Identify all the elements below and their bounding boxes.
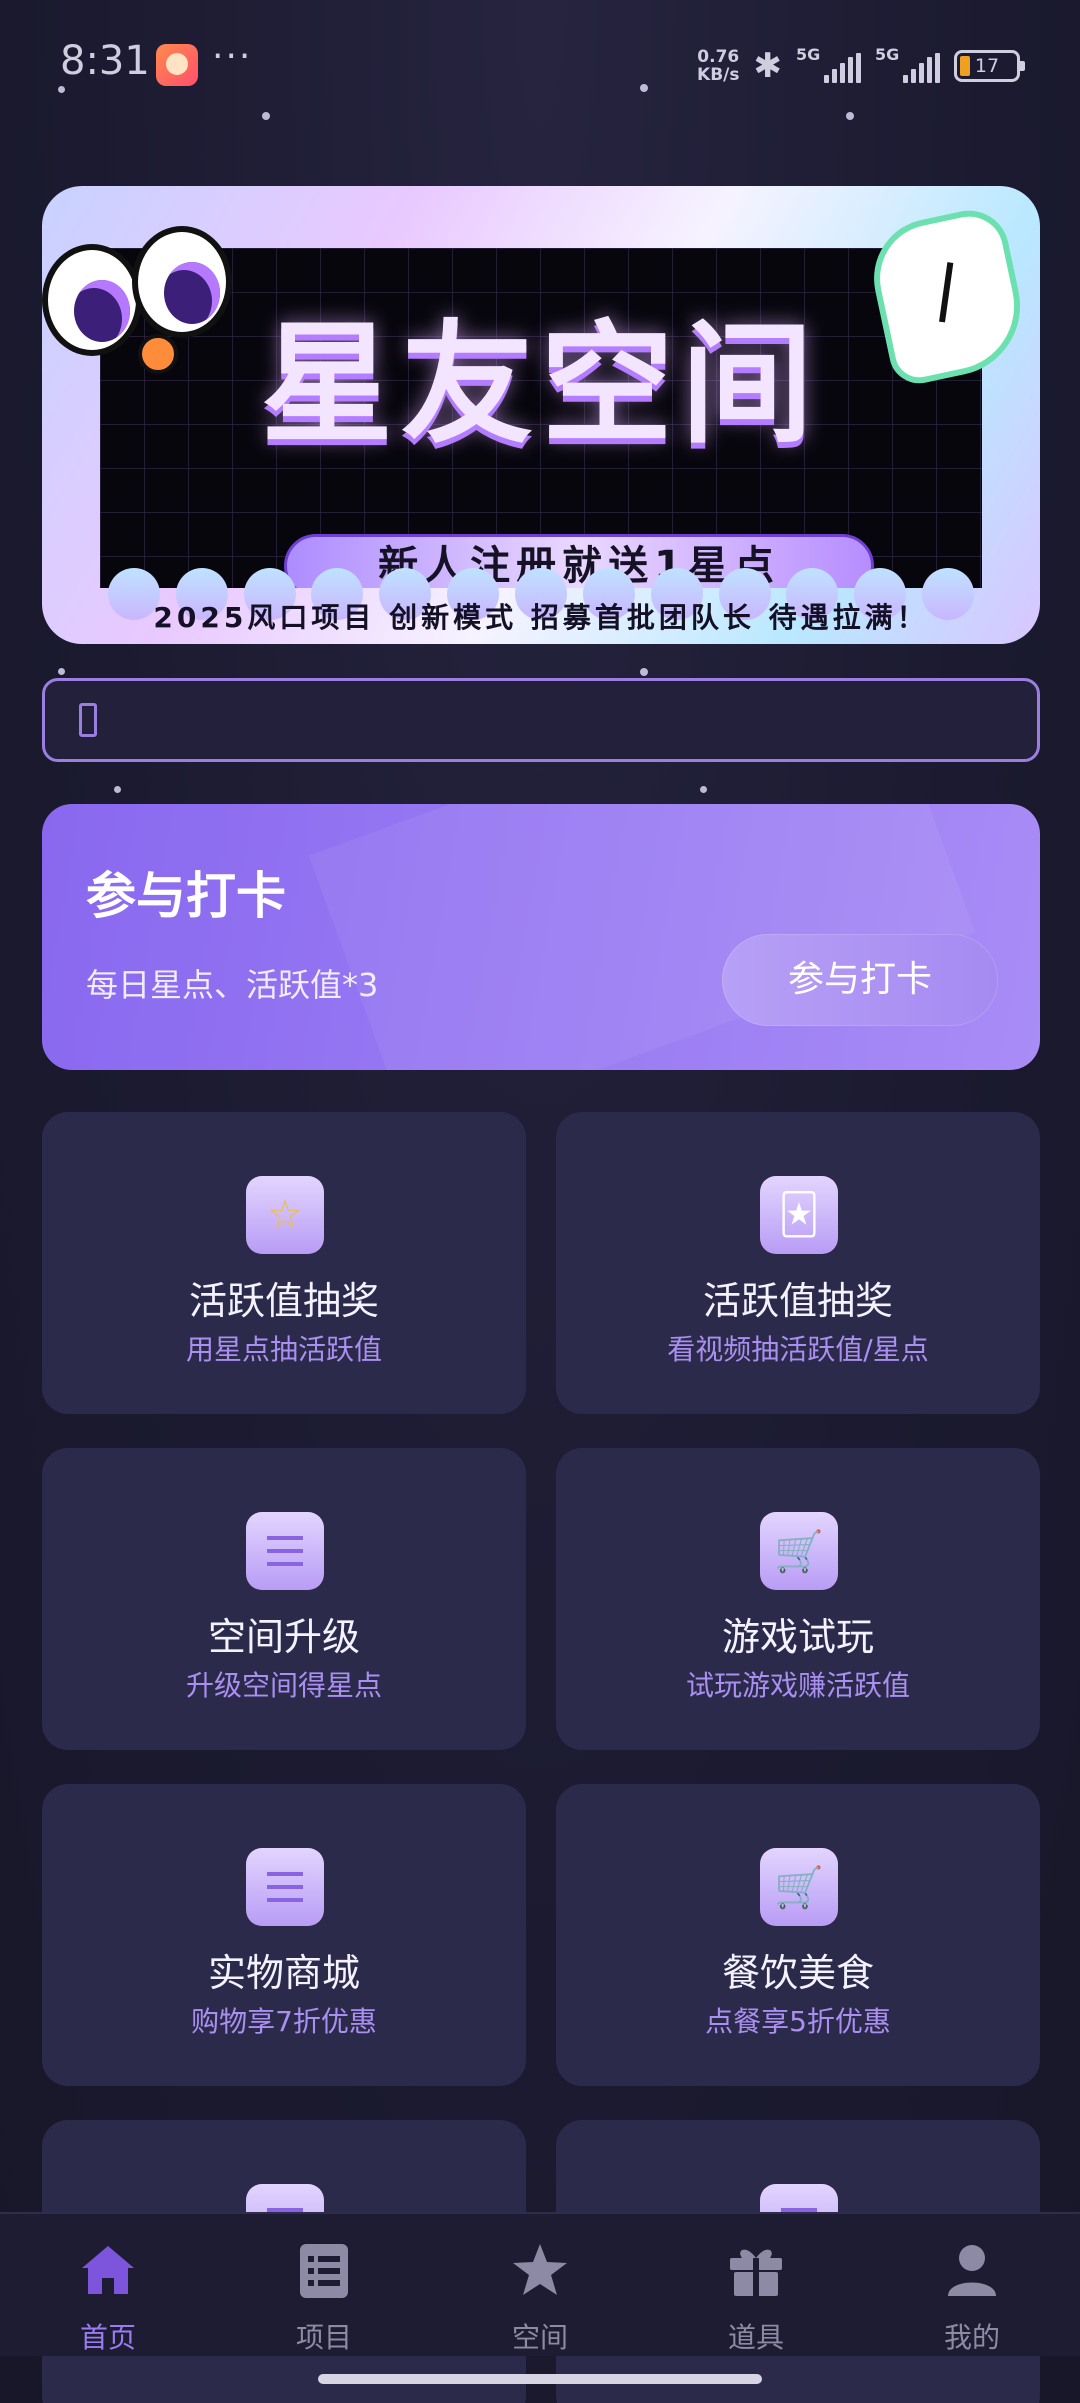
tab-home[interactable]: 首页 <box>0 2214 216 2356</box>
battery-level: 17 <box>974 55 1000 77</box>
network-speed-unit: KB/s <box>697 65 740 85</box>
tab-space[interactable]: 空间 <box>432 2214 648 2356</box>
feature-card-game-trial[interactable]: 🛒 游戏试玩 试玩游戏赚活跃值 <box>556 1448 1040 1750</box>
signal-icon: 5G <box>875 45 940 83</box>
search-input[interactable] <box>125 681 1005 759</box>
cart-icon: 🛒 <box>760 1848 838 1926</box>
star-icon <box>513 2244 567 2295</box>
status-indicators: 0.76 KB/s ✱ 5G 5G 17 <box>697 44 1025 88</box>
feature-subtitle: 升级空间得星点 <box>185 1669 382 1702</box>
star-decoration <box>114 786 121 793</box>
banner-artwork: 星友空间 新人注册就送1星点 <box>100 248 982 588</box>
signal-icon: 5G <box>796 45 861 83</box>
banner-title: 星友空间 <box>261 308 821 462</box>
feature-card-food[interactable]: 🛒 餐饮美食 点餐享5折优惠 <box>556 1784 1040 2086</box>
network-speed: 0.76 KB/s <box>697 48 739 84</box>
feature-title: 餐饮美食 <box>721 1951 874 1995</box>
network-speed-value: 0.76 <box>697 47 740 67</box>
list-icon <box>246 1848 324 1926</box>
checkin-button[interactable]: 参与打卡 <box>722 934 998 1026</box>
list-icon <box>246 1512 324 1590</box>
signal-label: 5G <box>875 45 900 64</box>
tab-me[interactable]: 我的 <box>864 2214 1080 2356</box>
tab-label: 空间 <box>511 2321 568 2354</box>
feature-subtitle: 用星点抽活跃值 <box>185 1333 382 1366</box>
feature-card-lottery[interactable]: ☆ 活跃值抽奖 用星点抽活跃值 <box>42 1112 526 1414</box>
feature-title: 实物商城 <box>207 1951 360 1995</box>
feature-title: 活跃值抽奖 <box>702 1279 893 1323</box>
checkin-subtitle: 每日星点、活跃值*3 <box>86 966 379 1004</box>
status-bar: 8:31 ··· 0.76 KB/s ✱ 5G 5G 17 <box>0 0 1080 130</box>
star-decoration <box>58 668 65 675</box>
feature-title: 游戏试玩 <box>721 1615 874 1659</box>
feature-title: 空间升级 <box>207 1615 360 1659</box>
promo-banner[interactable]: 星友空间 新人注册就送1星点 2025风口项目 创新模式 招募首批团队长 待遇拉… <box>42 186 1040 644</box>
tab-label: 道具 <box>727 2321 784 2354</box>
app-notification-icon <box>156 44 198 86</box>
tab-projects[interactable]: 项目 <box>216 2214 432 2356</box>
feature-card-video-lottery[interactable]: 🃏 活跃值抽奖 看视频抽活跃值/星点 <box>556 1112 1040 1414</box>
star-decoration <box>640 668 648 676</box>
list-icon <box>300 2244 348 2298</box>
tab-label: 首页 <box>79 2321 136 2354</box>
cart-icon: 🛒 <box>760 1512 838 1590</box>
joker-card-icon: 🃏 <box>760 1176 838 1254</box>
feature-subtitle: 看视频抽活跃值/星点 <box>667 1333 929 1366</box>
status-time: 8:31 <box>60 38 150 84</box>
app-screen: 8:31 ··· 0.76 KB/s ✱ 5G 5G 17 星友空间 新人注册就… <box>0 0 1080 2403</box>
feature-title: 活跃值抽奖 <box>188 1279 379 1323</box>
tab-label: 我的 <box>943 2321 1000 2354</box>
bottom-tab-bar: 首页 项目 空间 道具 我的 <box>0 2212 1080 2356</box>
user-icon <box>948 2245 996 2296</box>
signal-label: 5G <box>796 45 821 64</box>
checkin-card: 参与打卡 每日星点、活跃值*3 参与打卡 <box>42 804 1040 1070</box>
feature-card-mall[interactable]: 实物商城 购物享7折优惠 <box>42 1784 526 2086</box>
tab-items[interactable]: 道具 <box>648 2214 864 2356</box>
banner-slogan: 2025风口项目 创新模式 招募首批团队长 待遇拉满！ <box>153 601 929 634</box>
feature-subtitle: 试玩游戏赚活跃值 <box>685 1669 910 1702</box>
gift-icon <box>730 2249 782 2296</box>
battery-icon: 17 <box>954 50 1025 82</box>
cartoon-eyes-icon <box>42 226 232 376</box>
checkin-title: 参与打卡 <box>86 867 286 925</box>
search-bar[interactable] <box>42 678 1040 762</box>
star-icon: ☆ <box>246 1176 324 1254</box>
star-decoration <box>700 786 707 793</box>
home-icon <box>82 2246 134 2294</box>
search-icon <box>79 703 97 737</box>
feature-card-space-upgrade[interactable]: 空间升级 升级空间得星点 <box>42 1448 526 1750</box>
more-notifications-icon: ··· <box>212 36 253 77</box>
feature-subtitle: 点餐享5折优惠 <box>705 2005 891 2038</box>
home-indicator[interactable] <box>318 2374 762 2384</box>
tab-label: 项目 <box>295 2321 352 2354</box>
bluetooth-icon: ✱ <box>753 46 783 86</box>
feature-subtitle: 购物享7折优惠 <box>191 2005 377 2038</box>
